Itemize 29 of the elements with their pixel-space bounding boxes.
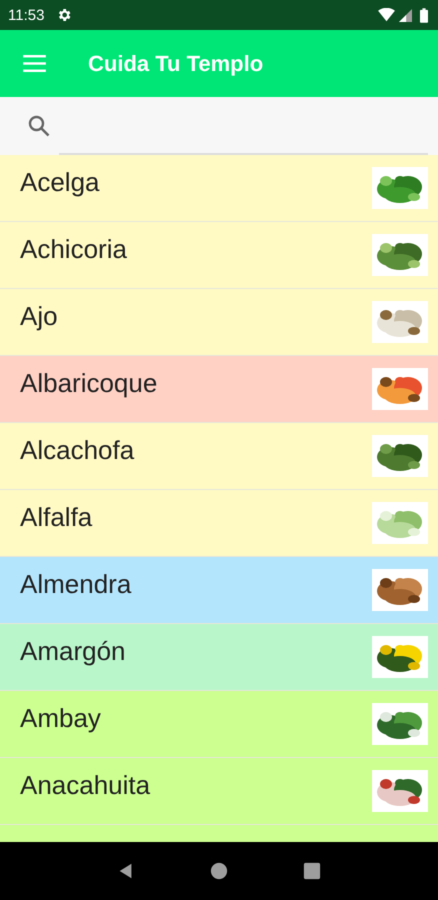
- list-row[interactable]: Ambay: [0, 691, 438, 758]
- app-title: Cuida Tu Templo: [88, 50, 264, 76]
- item-name: Anacahuita: [20, 770, 150, 802]
- item-name: Achicoria: [20, 234, 127, 266]
- list-row[interactable]: Amargón: [0, 624, 438, 691]
- list-row[interactable]: Ajo: [0, 289, 438, 356]
- signal-icon: [399, 8, 412, 22]
- list-row[interactable]: Alcachofa: [0, 423, 438, 490]
- item-name: Amargón: [20, 636, 126, 668]
- search-icon: [27, 114, 51, 138]
- item-name: Alcachofa: [20, 434, 134, 466]
- list-row[interactable]: Anacahuita: [0, 758, 438, 825]
- home-icon[interactable]: [210, 862, 228, 880]
- list-row[interactable]: Achicoria: [0, 222, 438, 289]
- item-name: Ambay: [20, 702, 101, 734]
- list-row[interactable]: Acelga: [0, 155, 438, 222]
- item-name: Alfalfa: [20, 502, 92, 534]
- list-row[interactable]: Alfalfa: [0, 490, 438, 557]
- wifi-icon: [378, 8, 395, 22]
- battery-icon: [420, 8, 428, 22]
- list-row[interactable]: Albaricoque: [0, 356, 438, 423]
- settings-icon: [56, 7, 72, 23]
- list-row[interactable]: Almendra: [0, 557, 438, 624]
- item-name: Acelga: [20, 166, 100, 198]
- item-name: Almendra: [20, 568, 132, 600]
- clock-time: 11:53: [8, 6, 44, 24]
- recents-icon[interactable]: [302, 862, 321, 880]
- item-name: Albaricoque: [20, 368, 158, 400]
- item-name: Ajo: [20, 300, 58, 332]
